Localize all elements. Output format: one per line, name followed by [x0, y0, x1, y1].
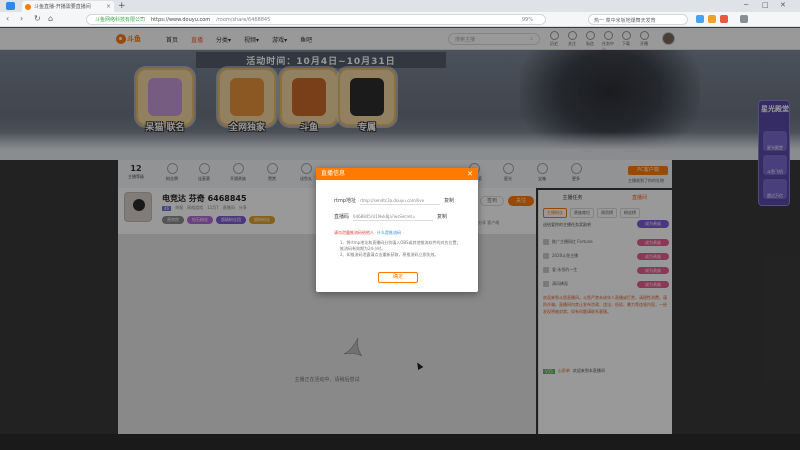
back-icon[interactable]: ‹ — [6, 14, 9, 23]
extension-icon[interactable] — [720, 15, 728, 23]
url-input[interactable]: 斗鱼网络科技有限公司 https://www.douyu.com /room/s… — [86, 14, 546, 25]
copy-stream-code-button[interactable]: 复制 — [437, 213, 447, 220]
tab-title: 斗鱼直播-开播需要直播间 — [34, 4, 91, 10]
browser-tab[interactable]: 斗鱼直播-开播需要直播间 × — [22, 1, 114, 12]
stream-code-label: 直播码 — [334, 214, 350, 220]
taskbar — [0, 434, 800, 450]
warning-link[interactable]: 什么是推流码 — [377, 230, 401, 235]
new-tab-button[interactable]: + — [118, 1, 126, 11]
dialog-title: 直播信息 — [321, 170, 346, 177]
zoom-level[interactable]: 99% — [522, 17, 533, 23]
forward-icon[interactable]: › — [20, 14, 23, 23]
browser-search-input[interactable]: 热一 菜中米坂地爆舞天发育 — [588, 14, 688, 25]
dialog-close-icon[interactable]: ✕ — [467, 168, 473, 180]
extension-icon[interactable] — [708, 15, 716, 23]
tip-line: 2、如推流码泄露请点击重新获取，原推流码立即失效。 — [340, 252, 439, 257]
reload-icon[interactable]: ↻ — [34, 14, 41, 23]
dialog-tips: 1、将rtmp地址和直播码分别填入OBS或其他推流软件的对应位置；推流码有效期为… — [340, 240, 464, 258]
rtmp-value[interactable]: rtmp://sendtc3a.douyu.com/live — [360, 196, 441, 205]
window-close-button[interactable]: ✕ — [780, 1, 786, 9]
dialog-header: 直播信息 ✕ — [316, 168, 478, 180]
browser-tab-bar: 斗鱼直播-开播需要直播间 × + ─ □ ✕ — [0, 0, 800, 12]
extension-icon[interactable] — [696, 15, 704, 23]
rtmp-label: rtmp地址 — [334, 198, 357, 204]
copy-rtmp-button[interactable]: 复制 — [444, 197, 454, 204]
url-site-label: 斗鱼网络科技有限公司 — [95, 17, 146, 23]
warning-text: 请勿泄露推流码给他人 什么是推流码 — [334, 230, 401, 236]
tip-line: 1、将rtmp地址和直播码分别填入OBS或其他推流软件的对应位置；推流码有效期为… — [340, 240, 461, 251]
live-info-dialog: 直播信息 ✕ rtmp地址 rtmp://sendtc3a.douyu.com/… — [316, 168, 478, 292]
url-path: /room/share/6468845 — [216, 16, 271, 23]
tab-close-icon[interactable]: × — [106, 3, 111, 10]
warning-message: 请勿泄露推流码给他人 — [334, 230, 374, 235]
home-icon[interactable]: ⌂ — [48, 14, 53, 23]
menu-icon[interactable] — [740, 15, 748, 23]
rtmp-row: rtmp地址 rtmp://sendtc3a.douyu.com/live 复制 — [334, 196, 454, 205]
window-minimize-button[interactable]: ─ — [744, 1, 748, 9]
browser-logo-icon — [6, 2, 15, 10]
browser-address-bar: ‹ › ↻ ⌂ 斗鱼网络科技有限公司 https://www.douyu.com… — [0, 12, 800, 27]
confirm-button[interactable]: 确定 — [378, 272, 418, 283]
tab-favicon-icon — [25, 3, 31, 10]
stream-code-row: 直播码 6468845rU1Nvk8Ja?wsSecret= 复制 — [334, 212, 447, 221]
stream-code-value[interactable]: 6468845rU1Nvk8Ja?wsSecret= — [353, 212, 434, 221]
window-maximize-button[interactable]: □ — [762, 1, 769, 9]
url-host: https://www.douyu.com — [151, 16, 211, 23]
